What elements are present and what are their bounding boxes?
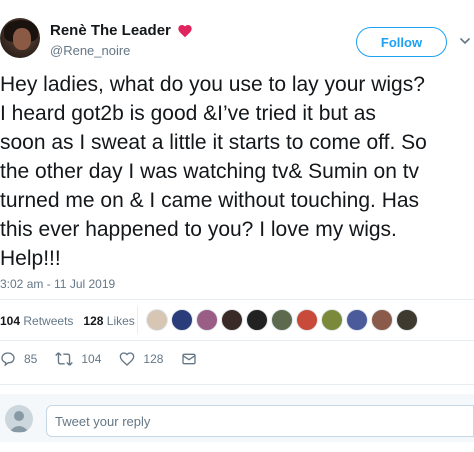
liker-avatar[interactable] bbox=[221, 309, 243, 331]
stats-separator bbox=[137, 306, 138, 334]
direct-message-icon bbox=[182, 353, 197, 365]
reply-icon bbox=[1, 352, 15, 367]
user-handle[interactable]: @Rene_noire bbox=[50, 43, 193, 58]
reply-count: 85 bbox=[24, 352, 38, 366]
likes-count: 128 bbox=[83, 314, 104, 328]
like-count: 128 bbox=[143, 352, 164, 366]
retweets-label: Retweets bbox=[23, 314, 74, 328]
liker-avatar[interactable] bbox=[196, 309, 218, 331]
retweets-count: 104 bbox=[0, 314, 21, 328]
follow-button[interactable]: Follow bbox=[356, 27, 447, 57]
reply-avatar bbox=[5, 405, 33, 433]
liker-avatar[interactable] bbox=[146, 309, 168, 331]
tweet-timestamp[interactable]: 3:02 am - 11 Jul 2019 bbox=[0, 277, 115, 291]
retweet-button[interactable]: 104 bbox=[55, 351, 101, 367]
liker-avatar[interactable] bbox=[271, 309, 293, 331]
reply-button[interactable]: 85 bbox=[0, 351, 37, 367]
retweet-icon bbox=[55, 352, 74, 366]
liker-avatar[interactable] bbox=[296, 309, 318, 331]
retweet-count: 104 bbox=[81, 352, 102, 366]
reply-input[interactable]: Tweet your reply bbox=[46, 405, 474, 437]
tweet-text: Hey ladies, what do you use to lay your … bbox=[0, 73, 427, 270]
liker-avatar[interactable] bbox=[396, 309, 418, 331]
liker-avatar[interactable] bbox=[246, 309, 268, 331]
liker-avatar[interactable] bbox=[346, 309, 368, 331]
divider bbox=[0, 299, 474, 300]
tweet-stats: 104 Retweets 128 Likes bbox=[0, 309, 145, 333]
liker-avatar[interactable] bbox=[371, 309, 393, 331]
retweets-stat[interactable]: 104 Retweets bbox=[0, 314, 73, 328]
tweet-actions: 85 104 128 bbox=[0, 349, 223, 369]
direct-message-button[interactable] bbox=[181, 351, 205, 367]
likes-stat[interactable]: 128 Likes bbox=[83, 314, 134, 328]
tweet-header: Renè The Leader @Rene_noire Follow bbox=[0, 0, 474, 70]
chevron-down-icon[interactable] bbox=[459, 35, 471, 47]
user-avatar[interactable] bbox=[0, 18, 40, 58]
liker-avatar[interactable] bbox=[171, 309, 193, 331]
like-button[interactable]: 128 bbox=[119, 351, 163, 367]
likes-label: Likes bbox=[106, 314, 135, 328]
divider bbox=[0, 384, 474, 385]
liker-avatar[interactable] bbox=[321, 309, 343, 331]
user-name-block: Renè The Leader @Rene_noire bbox=[50, 22, 193, 58]
likers-avatars bbox=[146, 309, 418, 331]
default-avatar-icon bbox=[9, 411, 29, 432]
display-name[interactable]: Renè The Leader bbox=[50, 22, 171, 39]
divider bbox=[0, 340, 474, 341]
heart-emoji-icon bbox=[178, 24, 192, 37]
like-icon bbox=[120, 352, 135, 366]
